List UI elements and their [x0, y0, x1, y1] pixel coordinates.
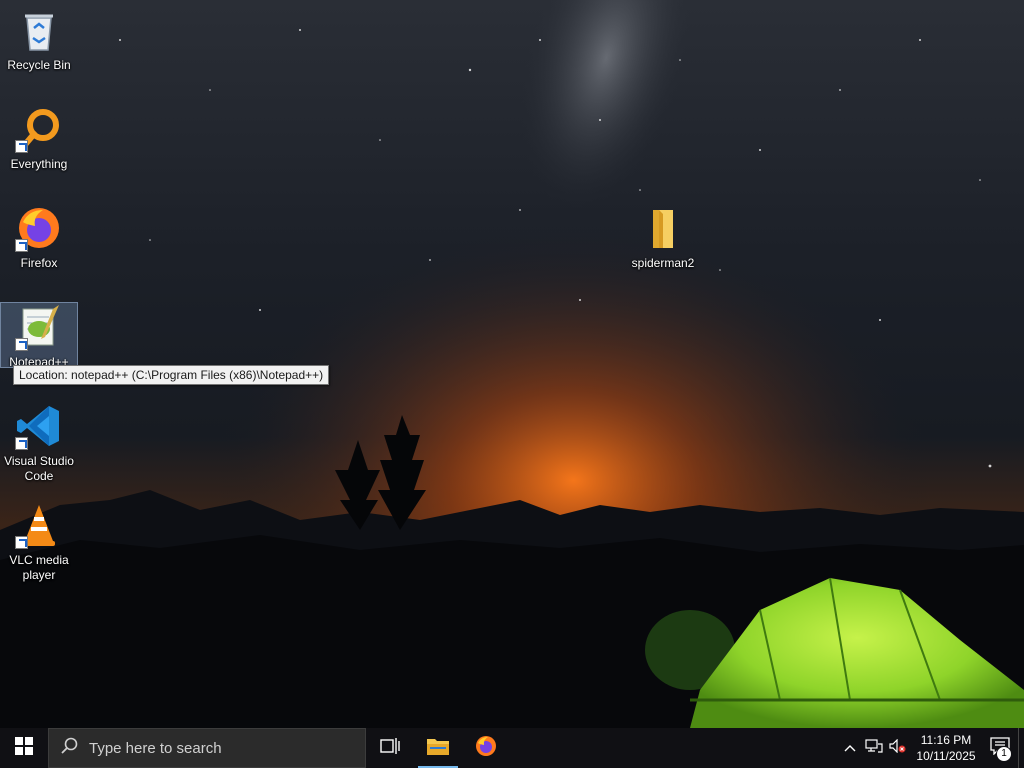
clock-time: 11:16 PM — [920, 733, 972, 747]
windows-logo-icon — [15, 736, 33, 760]
action-center-button[interactable]: 1 — [982, 728, 1018, 768]
taskbar: Type here to search 11:16 PM 10/11/2025 … — [0, 728, 1024, 768]
desktop-icon-vscode[interactable]: Visual Studio Code — [1, 402, 77, 484]
desktop-icon-everything[interactable]: Everything — [1, 105, 77, 172]
desktop-wallpaper — [0, 0, 1024, 728]
search-icon — [61, 737, 79, 759]
desktop-folder-spiderman2[interactable]: spiderman2 — [625, 204, 701, 271]
desktop-icon-label: Visual Studio Code — [4, 454, 74, 483]
taskbar-search-box[interactable]: Type here to search — [48, 728, 366, 768]
clock-date: 10/11/2025 — [916, 749, 976, 763]
taskbar-clock[interactable]: 11:16 PM 10/11/2025 — [910, 732, 982, 764]
shortcut-arrow-icon — [15, 437, 28, 450]
desktop-icon-label: spiderman2 — [631, 256, 695, 270]
start-button[interactable] — [0, 728, 48, 768]
notepad-plus-plus-icon — [15, 303, 63, 351]
desktop-icon-label: Recycle Bin — [7, 58, 71, 72]
desktop-icon-label: Firefox — [20, 256, 58, 270]
volume-muted-icon — [889, 738, 907, 758]
shortcut-arrow-icon — [15, 536, 28, 549]
file-explorer-icon — [426, 736, 450, 761]
shortcut-arrow-icon — [15, 239, 28, 252]
firefox-icon — [15, 204, 63, 252]
chevron-up-icon — [844, 739, 856, 757]
network-icon — [865, 738, 883, 758]
network-status-button[interactable] — [862, 728, 886, 768]
vscode-icon — [15, 402, 63, 450]
recycle-bin-icon — [15, 6, 63, 54]
volume-button[interactable] — [886, 728, 910, 768]
system-tray: 11:16 PM 10/11/2025 1 — [838, 728, 1024, 768]
folder-icon — [639, 204, 687, 252]
show-hidden-icons-button[interactable] — [838, 728, 862, 768]
taskbar-firefox[interactable] — [462, 728, 510, 768]
shortcut-arrow-icon — [15, 338, 28, 351]
desktop-icon-notepad-plus-plus[interactable]: Notepad++ — [0, 302, 78, 368]
desktop-icon-vlc[interactable]: VLC media player — [1, 501, 77, 583]
desktop-icon-label: VLC media player — [9, 553, 69, 582]
taskbar-file-explorer[interactable] — [414, 728, 462, 768]
desktop-icon-label: Everything — [10, 157, 68, 171]
everything-search-icon — [15, 105, 63, 153]
vlc-icon — [15, 501, 63, 549]
search-placeholder: Type here to search — [89, 739, 222, 757]
task-view-button[interactable] — [366, 728, 414, 768]
firefox-icon — [474, 734, 498, 763]
desktop-icon-recycle-bin[interactable]: Recycle Bin — [1, 6, 77, 73]
show-desktop-button[interactable] — [1018, 728, 1024, 768]
shortcut-arrow-icon — [15, 140, 28, 153]
notification-count-badge: 1 — [996, 746, 1012, 762]
desktop-icon-firefox[interactable]: Firefox — [1, 204, 77, 271]
location-tooltip: Location: notepad++ (C:\Program Files (x… — [13, 365, 330, 385]
task-view-icon — [380, 737, 400, 760]
